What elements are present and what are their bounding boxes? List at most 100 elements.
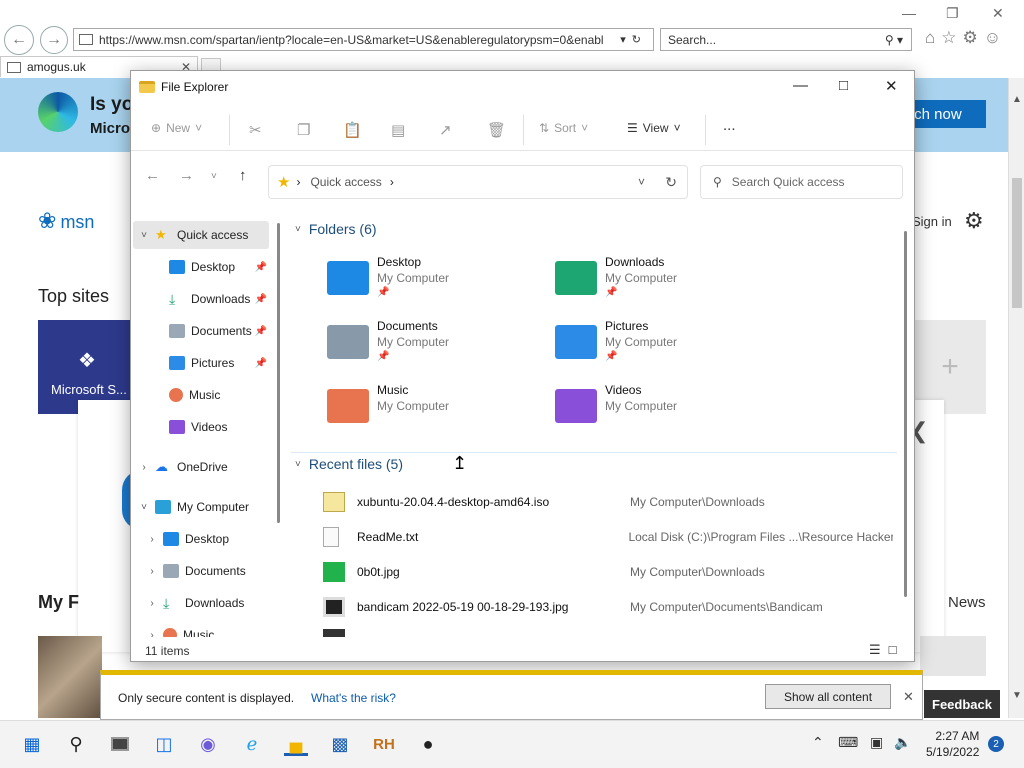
clock[interactable]: 2:27 AM 5/19/2022	[926, 728, 979, 760]
internet-explorer-icon[interactable]: ℯ	[240, 732, 264, 756]
tiles-view-icon[interactable]: □	[889, 642, 897, 658]
recent-locations-icon[interactable]: ˅	[211, 171, 217, 182]
scroll-thumb[interactable]	[1012, 178, 1022, 308]
nav-my-computer[interactable]: ˅ My Computer	[133, 493, 269, 521]
news-link[interactable]: News	[948, 594, 986, 611]
whats-the-risk-link[interactable]: What's the risk?	[311, 691, 396, 705]
keyboard-icon[interactable]: ⌨	[838, 734, 858, 751]
folder-tile-downloads[interactable]: Downloads My Computer 📌	[555, 255, 775, 315]
rename-icon[interactable]: ▤	[391, 121, 405, 139]
folder-tile-music[interactable]: Music My Computer	[327, 383, 547, 443]
explorer-minimize-button[interactable]: —	[793, 77, 808, 94]
nav-pictures[interactable]: Pictures 📌	[133, 349, 269, 377]
up-arrow-icon[interactable]: ↑	[239, 167, 247, 184]
expand-chevron-icon[interactable]: ›	[141, 598, 163, 609]
scroll-down-icon[interactable]: ▼	[1012, 690, 1022, 701]
details-view-icon[interactable]: ☰	[869, 642, 881, 658]
file-explorer-taskbar-icon[interactable]: ▄	[284, 732, 308, 756]
nav-music[interactable]: Music	[133, 381, 269, 409]
browser-search-box[interactable]: Search... ⚲ ▾	[660, 28, 912, 51]
nav-pc-documents[interactable]: › Documents	[133, 557, 269, 585]
explorer-address-bar[interactable]: ★ › Quick access › ˅ ↻	[268, 165, 688, 199]
browser-minimize-button[interactable]: —	[902, 5, 916, 21]
start-windows-icon[interactable]: ▦	[20, 732, 44, 756]
nav-pc-downloads[interactable]: › ⤓ Downloads	[133, 589, 269, 617]
scroll-up-icon[interactable]: ▲	[1012, 94, 1022, 105]
expand-chevron-icon[interactable]: ›	[141, 566, 163, 577]
network-icon[interactable]: ▣	[870, 734, 883, 751]
settings-gear-icon[interactable]: ⚙	[963, 28, 978, 48]
feed-photo-right[interactable]	[920, 636, 986, 676]
nav-videos[interactable]: Videos	[133, 413, 269, 441]
refresh-icon[interactable]: ↻	[665, 174, 677, 191]
feed-photo[interactable]	[38, 636, 102, 718]
explorer-search-box[interactable]: ⚲ Search Quick access	[700, 165, 903, 199]
recent-section-header[interactable]: ˅ Recent files (5)	[295, 456, 403, 472]
collapse-chevron-icon[interactable]: ˅	[133, 230, 155, 241]
browser-restore-button[interactable]: ❐	[946, 5, 959, 22]
back-button[interactable]: ←	[4, 25, 34, 55]
more-options-button[interactable]: ...	[723, 117, 736, 134]
content-scrollbar[interactable]	[904, 231, 907, 597]
address-bar[interactable]: https://www.msn.com/spartan/ientp?locale…	[73, 28, 654, 51]
chat-icon[interactable]: ◉	[196, 732, 220, 756]
msn-logo[interactable]: ❀ msn	[38, 208, 94, 234]
paste-icon[interactable]: 📋	[343, 121, 362, 139]
breadcrumb[interactable]: Quick access	[310, 175, 381, 189]
volume-icon[interactable]: 🔈	[894, 734, 911, 751]
recent-file-row[interactable]: xubuntu-20.04.4-desktop-amd64.iso My Com…	[323, 489, 893, 515]
nav-pc-desktop[interactable]: › Desktop	[133, 525, 269, 553]
home-icon[interactable]: ⌂	[925, 28, 935, 48]
forward-arrow-icon[interactable]: →	[179, 167, 194, 184]
nav-documents[interactable]: Documents 📌	[133, 317, 269, 345]
smiley-feedback-icon[interactable]: ☺	[984, 28, 1001, 48]
share-icon[interactable]: ↗	[439, 121, 452, 139]
nav-onedrive[interactable]: › ☁ OneDrive	[133, 453, 269, 481]
new-button[interactable]: ⊕ New ˅	[151, 121, 202, 135]
notification-close-icon[interactable]: ✕	[903, 689, 914, 705]
forward-button[interactable]: →	[40, 26, 68, 54]
address-dropdown-icon[interactable]: ˅	[638, 175, 645, 189]
widgets-icon[interactable]: ◫	[152, 732, 176, 756]
favorites-star-icon[interactable]: ☆	[941, 28, 956, 48]
browser-close-button[interactable]: ✕	[992, 5, 1004, 22]
collapse-chevron-icon[interactable]: ˅	[133, 502, 155, 513]
folder-tile-pictures[interactable]: Pictures My Computer 📌	[555, 319, 775, 379]
recent-file-row[interactable]: bandicam 2022-05-19 00-18-29-193.jpg My …	[323, 594, 893, 620]
nav-desktop[interactable]: Desktop 📌	[133, 253, 269, 281]
recent-file-row[interactable]: 0b0t.jpg My Computer\Downloads	[323, 559, 893, 585]
msn-settings-gear-icon[interactable]: ⚙	[964, 208, 984, 234]
show-hidden-icons-chevron[interactable]: ⌃	[812, 734, 824, 751]
copy-icon[interactable]: ❐	[297, 121, 310, 139]
obs-icon[interactable]: ●	[416, 732, 440, 756]
resource-hacker-icon[interactable]: RH	[372, 732, 396, 756]
nav-pane-scrollbar[interactable]	[277, 223, 280, 523]
explorer-close-button[interactable]: ✕	[885, 77, 898, 95]
nav-downloads[interactable]: ⤓ Downloads 📌	[133, 285, 269, 313]
sort-button[interactable]: ⇅ Sort ˅	[539, 121, 588, 135]
folder-tile-videos[interactable]: Videos My Computer	[555, 383, 775, 443]
folder-tile-desktop[interactable]: Desktop My Computer 📌	[327, 255, 547, 315]
show-all-content-button[interactable]: Show all content	[765, 684, 891, 709]
feedback-button[interactable]: Feedback	[924, 690, 1000, 718]
msn-signin-link[interactable]: Sign in	[912, 214, 952, 229]
page-scrollbar[interactable]: ▲ ▼	[1008, 78, 1024, 718]
expand-chevron-icon[interactable]: ›	[141, 630, 163, 638]
address-dropdown-refresh[interactable]: ▾↻	[614, 33, 653, 46]
task-view-icon[interactable]	[108, 732, 132, 756]
expand-chevron-icon[interactable]: ›	[133, 462, 155, 473]
cut-icon[interactable]: ✂	[249, 121, 262, 139]
recent-file-row[interactable]: ReadMe.txt Local Disk (C:)\Program Files…	[323, 524, 893, 550]
nav-pc-music[interactable]: › Music	[133, 621, 269, 637]
nav-quick-access[interactable]: ˅ ★ Quick access	[133, 221, 269, 249]
view-button[interactable]: ☰ View ˅	[627, 121, 681, 135]
search-icon[interactable]: ⚲ ▾	[885, 33, 911, 47]
back-arrow-icon[interactable]: ←	[145, 167, 160, 184]
search-icon[interactable]: ⚲	[64, 732, 88, 756]
expand-chevron-icon[interactable]: ›	[141, 534, 163, 545]
folders-section-header[interactable]: ˅ Folders (6)	[295, 221, 377, 237]
notification-badge[interactable]: 2	[988, 736, 1004, 752]
recent-file-row-partial[interactable]	[323, 629, 893, 637]
store-icon[interactable]: ▩	[328, 732, 352, 756]
folder-tile-documents[interactable]: Documents My Computer 📌	[327, 319, 547, 379]
